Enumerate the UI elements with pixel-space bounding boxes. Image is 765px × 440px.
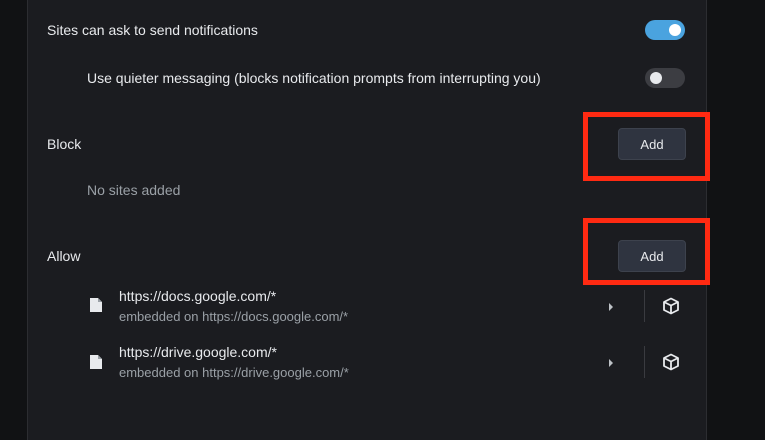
toggle-knob	[650, 72, 662, 84]
allow-heading: Allow	[47, 248, 81, 264]
allow-add-button[interactable]: Add	[618, 240, 686, 272]
quiet-messaging-label: Use quieter messaging (blocks notificati…	[87, 70, 541, 86]
allowed-site-url: https://drive.google.com/*	[119, 344, 277, 360]
allowed-site-embedded: embedded on https://docs.google.com/*	[119, 309, 349, 324]
block-add-button[interactable]: Add	[618, 128, 686, 160]
expand-arrow-icon[interactable]	[607, 302, 615, 312]
allowed-site-url: https://docs.google.com/*	[119, 288, 277, 304]
row-divider	[644, 290, 645, 322]
allowed-site-embedded: embedded on https://drive.google.com/*	[119, 365, 349, 380]
ask-notifications-toggle[interactable]	[645, 20, 685, 40]
toggle-knob	[669, 24, 681, 36]
extension-cube-icon[interactable]	[662, 353, 680, 371]
block-empty-text: No sites added	[87, 182, 181, 198]
row-divider	[644, 346, 645, 378]
file-icon	[90, 298, 102, 312]
file-icon	[90, 355, 102, 369]
extension-cube-icon[interactable]	[662, 297, 680, 315]
expand-arrow-icon[interactable]	[607, 358, 615, 368]
ask-notifications-label: Sites can ask to send notifications	[47, 22, 258, 38]
quiet-messaging-toggle[interactable]	[645, 68, 685, 88]
block-heading: Block	[47, 136, 82, 152]
